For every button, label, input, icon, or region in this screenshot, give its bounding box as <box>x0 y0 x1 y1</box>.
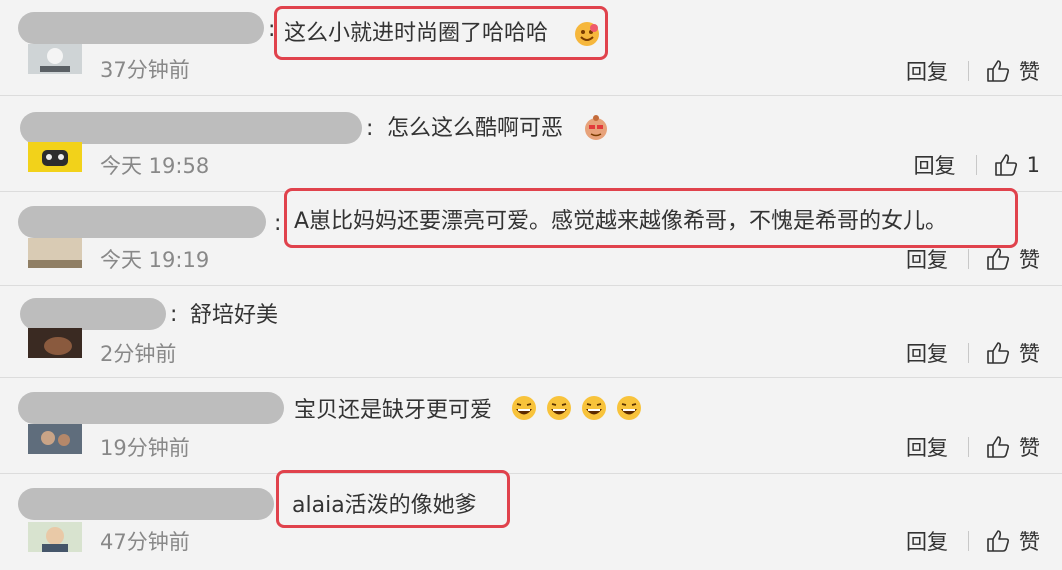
thumbs-up-icon[interactable] <box>985 58 1011 84</box>
emoji-group <box>508 394 643 422</box>
comment-actions: 回复 赞 <box>906 244 1040 274</box>
avatar[interactable] <box>28 44 82 74</box>
avatar[interactable] <box>28 142 82 172</box>
reply-button[interactable]: 回复 <box>906 56 948 86</box>
reply-button[interactable]: 回复 <box>906 432 948 462</box>
thumbs-up-icon[interactable] <box>993 152 1019 178</box>
timestamp: 今天 19:19 <box>100 248 210 272</box>
laughing-emoji-icon <box>510 394 538 422</box>
timestamp: 19分钟前 <box>100 436 190 460</box>
timestamp: 37分钟前 <box>100 58 190 82</box>
divider <box>968 437 969 457</box>
avatar[interactable] <box>28 238 82 268</box>
like-button[interactable]: 赞 <box>1019 526 1040 556</box>
divider <box>968 61 969 81</box>
comment-item: : 这么小就进时尚圈了哈哈哈 37分钟前 回复 赞 <box>0 0 1062 96</box>
comment-item: 宝贝还是缺牙更可爱 19分钟前 回复 赞 <box>0 378 1062 474</box>
emoji-icon <box>582 114 610 142</box>
comment-item: : A崽比妈妈还要漂亮可爱。感觉越来越像希哥，不愧是希哥的女儿。 A崽比妈妈还要… <box>0 188 1062 286</box>
comment-text: 宝贝还是缺牙更可爱 <box>294 398 493 423</box>
divider <box>968 531 969 551</box>
comment-actions: 回复 赞 <box>906 526 1040 556</box>
like-button[interactable]: 赞 <box>1019 338 1040 368</box>
comment-text: 舒培好美 <box>190 303 279 328</box>
colon: : <box>170 302 178 327</box>
like-button[interactable]: 赞 <box>1019 244 1040 274</box>
colon: : <box>366 116 374 141</box>
reply-button[interactable]: 回复 <box>914 150 956 180</box>
comment-text-overlay: A崽比妈妈还要漂亮可爱。感觉越来越像希哥，不愧是希哥的女儿。 <box>294 209 948 234</box>
reply-button[interactable]: 回复 <box>906 244 948 274</box>
timestamp: 47分钟前 <box>100 530 190 554</box>
username-redacted[interactable] <box>18 488 274 520</box>
comment-actions: 回复 赞 <box>906 56 1040 86</box>
laughing-emoji-icon <box>580 394 608 422</box>
reply-button[interactable]: 回复 <box>906 338 948 368</box>
comment-item: : 怎么这么酷啊可恶 今天 19:58 回复 1 <box>0 96 1062 192</box>
like-button[interactable]: 赞 <box>1019 56 1040 86</box>
thumbs-up-icon[interactable] <box>985 528 1011 554</box>
avatar[interactable] <box>28 522 82 552</box>
comment-actions: 回复 1 <box>914 150 1040 180</box>
timestamp: 今天 19:58 <box>100 154 210 178</box>
reply-button[interactable]: 回复 <box>906 526 948 556</box>
laughing-emoji-icon <box>615 394 643 422</box>
comment-item: alaia活泼的像她爹 47分钟前 回复 赞 <box>0 470 1062 570</box>
thumbs-up-icon[interactable] <box>985 340 1011 366</box>
comment-item: : 舒培好美 2分钟前 回复 赞 <box>0 286 1062 378</box>
highlight-box <box>276 470 510 528</box>
thumbs-up-icon[interactable] <box>985 246 1011 272</box>
like-button[interactable]: 赞 <box>1019 432 1040 462</box>
username-redacted[interactable] <box>20 298 166 330</box>
divider <box>968 249 969 269</box>
colon: : <box>274 211 282 236</box>
username-redacted[interactable] <box>20 112 362 144</box>
divider <box>968 343 969 363</box>
username-redacted[interactable] <box>18 12 264 44</box>
comment-actions: 回复 赞 <box>906 432 1040 462</box>
comment-text: 怎么这么酷啊可恶 <box>387 116 564 141</box>
avatar[interactable] <box>28 424 82 454</box>
avatar[interactable] <box>28 328 82 358</box>
highlight-box <box>274 6 608 60</box>
laughing-emoji-icon <box>545 394 573 422</box>
username-redacted[interactable] <box>18 206 266 238</box>
like-count[interactable]: 1 <box>1027 153 1040 177</box>
thumbs-up-icon[interactable] <box>985 434 1011 460</box>
comment-actions: 回复 赞 <box>906 338 1040 368</box>
timestamp: 2分钟前 <box>100 342 177 366</box>
divider <box>975 155 977 175</box>
username-redacted[interactable] <box>18 392 284 424</box>
